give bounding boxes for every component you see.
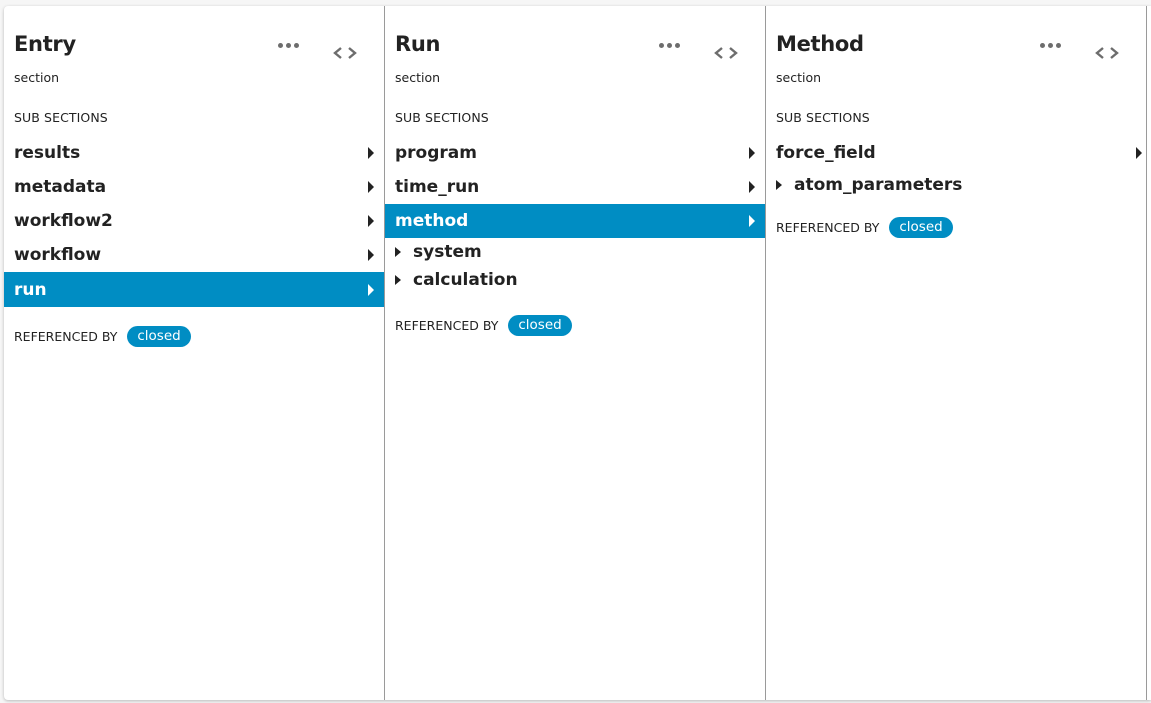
sub-section-item-program[interactable]: program (385, 136, 765, 170)
item-label: method (395, 211, 469, 231)
expand-triangle-icon (776, 180, 782, 190)
arrow-right-icon (1136, 147, 1142, 159)
lane-subtitle: section (395, 70, 441, 85)
code-icon[interactable] (332, 44, 358, 62)
more-horizontal-icon[interactable] (659, 40, 681, 50)
referenced-by: REFERENCED BY closed (776, 217, 953, 238)
lane-header: Method section (766, 6, 1146, 102)
sub-section-list: results metadata workflow2 workflow run (4, 136, 384, 307)
item-label: metadata (14, 177, 107, 197)
more-horizontal-icon[interactable] (278, 40, 300, 50)
group-label: calculation (413, 270, 518, 290)
referenced-by-label: REFERENCED BY (776, 220, 880, 235)
sub-section-item-force-field[interactable]: force_field (766, 136, 1146, 170)
collapsed-group-calculation[interactable]: calculation (385, 266, 765, 294)
lane-method: Method section SUB SECTIONS force_field … (766, 6, 1147, 700)
sub-section-item-workflow2[interactable]: workflow2 (4, 204, 384, 238)
sub-section-item-metadata[interactable]: metadata (4, 170, 384, 204)
sub-sections-label: SUB SECTIONS (14, 110, 108, 125)
item-label: workflow (14, 245, 102, 265)
lane-subtitle: section (14, 70, 60, 85)
referenced-by: REFERENCED BY closed (14, 326, 191, 347)
arrow-right-icon (368, 181, 374, 193)
arrow-right-icon (368, 215, 374, 227)
referenced-by-chip[interactable]: closed (508, 315, 572, 336)
sub-section-item-results[interactable]: results (4, 136, 384, 170)
code-icon[interactable] (1094, 44, 1120, 62)
collapsed-group-system[interactable]: system (385, 238, 765, 266)
item-label: force_field (776, 143, 876, 163)
arrow-right-icon (368, 283, 374, 296)
item-label: program (395, 143, 477, 163)
code-icon[interactable] (713, 44, 739, 62)
group-label: system (413, 242, 482, 262)
referenced-by-chip[interactable]: closed (889, 217, 953, 238)
sub-sections-label: SUB SECTIONS (395, 110, 489, 125)
lane-header: Entry section (4, 6, 384, 102)
lane-title: Run (395, 32, 441, 56)
referenced-by-label: REFERENCED BY (395, 318, 499, 333)
item-label: run (14, 279, 47, 300)
sub-section-item-time-run[interactable]: time_run (385, 170, 765, 204)
arrow-right-icon (368, 147, 374, 159)
item-label: results (14, 143, 81, 163)
group-label: atom_parameters (794, 175, 963, 195)
expand-triangle-icon (395, 247, 401, 257)
item-label: time_run (395, 177, 480, 197)
arrow-right-icon (749, 215, 755, 227)
archive-browser: Entry section SUB SECTIONS results metad… (4, 6, 1151, 700)
arrow-right-icon (368, 249, 374, 261)
sub-sections-label: SUB SECTIONS (776, 110, 870, 125)
referenced-by: REFERENCED BY closed (395, 315, 572, 336)
collapsed-group-atom-parameters[interactable]: atom_parameters (766, 170, 1146, 200)
lane-subtitle: section (776, 70, 822, 85)
sub-section-item-run[interactable]: run (4, 272, 384, 307)
expand-triangle-icon (395, 275, 401, 285)
referenced-by-label: REFERENCED BY (14, 329, 118, 344)
lane-header: Run section (385, 6, 765, 102)
arrow-right-icon (749, 181, 755, 193)
sub-section-list: force_field atom_parameters (766, 136, 1146, 200)
sub-section-item-workflow[interactable]: workflow (4, 238, 384, 272)
item-label: workflow2 (14, 211, 113, 231)
lane-title: Method (776, 32, 864, 56)
sub-section-list: program time_run method system calculati… (385, 136, 765, 294)
lane-entry: Entry section SUB SECTIONS results metad… (4, 6, 385, 700)
referenced-by-chip[interactable]: closed (127, 326, 191, 347)
sub-section-item-method[interactable]: method (385, 204, 765, 238)
more-horizontal-icon[interactable] (1040, 40, 1062, 50)
lane-title: Entry (14, 32, 76, 56)
arrow-right-icon (749, 147, 755, 159)
lane-run: Run section SUB SECTIONS program time_ru… (385, 6, 766, 700)
